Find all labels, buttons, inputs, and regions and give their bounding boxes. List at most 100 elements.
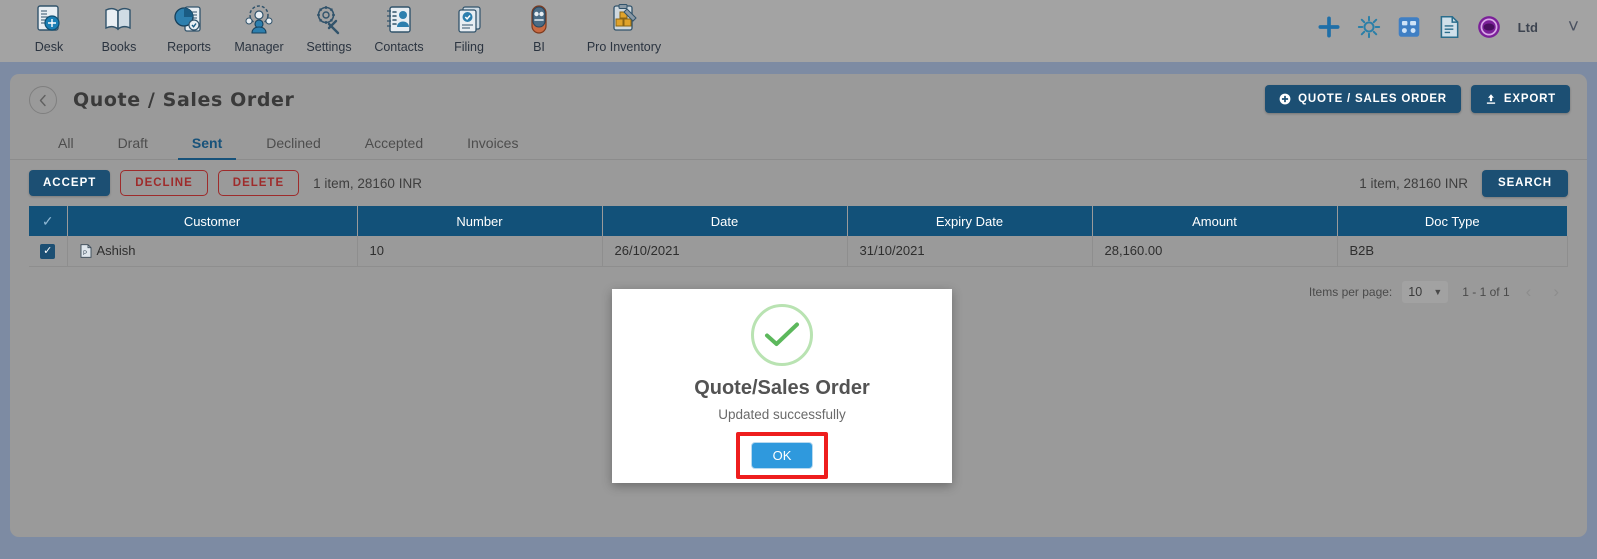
page-title: Quote / Sales Order: [73, 89, 295, 111]
toolbar-app-label: Desk: [34, 40, 64, 54]
column-header-number[interactable]: Number: [357, 206, 603, 236]
contacts-icon: [387, 6, 411, 33]
toolbar-app-label: Settings: [306, 40, 352, 54]
column-header-customer[interactable]: Customer: [67, 206, 358, 236]
items-per-page-select[interactable]: 10 ▼: [1402, 280, 1449, 303]
app-screen: Desk Books Reports Manager Settings Cont…: [0, 0, 1597, 559]
ok-button[interactable]: OK: [751, 442, 813, 469]
cell-number: 10: [357, 236, 603, 267]
dialog-title: Quote/Sales Order: [694, 377, 870, 399]
delete-button[interactable]: DELETE: [217, 170, 300, 196]
top-toolbar: Desk Books Reports Manager Settings Cont…: [0, 0, 1597, 62]
selection-summary-right: 1 item, 28160 INR: [1359, 175, 1469, 191]
toolbar-app-label: BI: [533, 40, 545, 54]
toolbar-company-name: Ltd: [1517, 19, 1538, 35]
toolbar-app-desk[interactable]: Desk: [14, 3, 84, 54]
export-button[interactable]: EXPORT: [1470, 85, 1570, 113]
chevron-left-icon: [39, 94, 46, 106]
row-checkbox[interactable]: ✓: [40, 244, 56, 260]
reports-icon: [174, 6, 201, 32]
items-per-page-value: 10: [1408, 284, 1423, 299]
cell-customer: P Ashish: [67, 236, 358, 267]
column-header-expiry-date[interactable]: Expiry Date: [847, 206, 1093, 236]
cell-expiry-date: 31/10/2021: [847, 236, 1093, 267]
chevron-down-icon[interactable]: ˅: [1568, 18, 1579, 37]
success-dialog: Quote/Sales Order Updated successfully O…: [612, 289, 952, 483]
chevron-down-icon: ▼: [1433, 286, 1443, 297]
column-header-date[interactable]: Date: [602, 206, 848, 236]
decline-button[interactable]: DECLINE: [120, 170, 208, 196]
bi-icon: [531, 5, 547, 34]
status-tabs: All Draft Sent Declined Accepted Invoice…: [10, 126, 1587, 160]
document-icon: P: [80, 244, 91, 258]
toolbar-app-label: Pro Inventory: [586, 40, 662, 54]
toolbar-app-label: Manager: [234, 40, 284, 54]
cell-customer-label: Ashish: [96, 243, 136, 259]
tab-all[interactable]: All: [36, 135, 96, 159]
books-icon: [105, 7, 131, 31]
orders-table: ✓ Customer Number Date Expiry Date Amoun…: [29, 206, 1568, 267]
tab-sent[interactable]: Sent: [170, 135, 244, 160]
desk-icon: [37, 5, 60, 31]
toolbar-app-settings[interactable]: Settings: [294, 3, 364, 54]
svg-text:P: P: [83, 251, 87, 257]
upload-icon: [1486, 94, 1496, 104]
tab-invoices[interactable]: Invoices: [445, 135, 540, 159]
gear-icon[interactable]: [1356, 14, 1382, 40]
items-per-page-label: Items per page:: [1308, 284, 1393, 299]
table-row[interactable]: ✓ P Ashish 10 26/10/2021 31/10/2021 28,1…: [29, 236, 1568, 267]
pagination-prev-button[interactable]: ‹: [1520, 283, 1538, 300]
action-bar-right: 1 item, 28160 INR SEARCH: [1355, 169, 1568, 197]
cell-amount: 28,160.00: [1092, 236, 1338, 267]
page-header-actions: QUOTE / SALES ORDER EXPORT: [1265, 85, 1570, 113]
toolbar-app-contacts[interactable]: Contacts: [364, 3, 434, 54]
checkmark-icon: [765, 322, 799, 346]
toolbar-app-label: Books: [101, 40, 137, 54]
manager-icon: [245, 5, 273, 34]
toolbar-app-label: Filing: [454, 40, 484, 54]
plus-icon[interactable]: [1316, 14, 1342, 40]
toolbar-app-pro-inventory[interactable]: Pro Inventory: [574, 3, 674, 54]
orders-table-body: ✓ P Ashish 10 26/10/2021 31/10/2021 28,1…: [29, 236, 1568, 267]
select-all-header[interactable]: ✓: [29, 206, 68, 236]
toolbar-app-list: Desk Books Reports Manager Settings Cont…: [0, 0, 674, 54]
toolbar-right-actions: Ltd ˅: [1316, 0, 1597, 54]
search-button[interactable]: SEARCH: [1482, 169, 1568, 197]
orders-table-header-row: ✓ Customer Number Date Expiry Date Amoun…: [29, 206, 1568, 236]
apps-grid-icon[interactable]: [1396, 14, 1422, 40]
success-check-icon: [751, 304, 813, 366]
cell-date: 26/10/2021: [602, 236, 848, 267]
plus-circle-icon: [1279, 93, 1291, 105]
tab-accepted[interactable]: Accepted: [343, 135, 445, 159]
badge-icon[interactable]: [1476, 14, 1502, 40]
toolbar-app-reports[interactable]: Reports: [154, 3, 224, 54]
toolbar-app-label: Reports: [167, 40, 211, 54]
pro-inventory-icon: [613, 4, 637, 31]
document-icon[interactable]: [1436, 14, 1462, 40]
row-select-cell[interactable]: ✓: [29, 236, 68, 267]
toolbar-app-books[interactable]: Books: [84, 3, 154, 54]
ok-button-highlight: OK: [736, 432, 828, 479]
tab-declined[interactable]: Declined: [244, 135, 342, 159]
filing-icon: [458, 6, 481, 33]
page-header: Quote / Sales Order QUOTE / SALES ORDER …: [10, 74, 1587, 126]
new-quote-sales-order-button[interactable]: QUOTE / SALES ORDER: [1265, 85, 1461, 113]
new-quote-sales-order-label: QUOTE / SALES ORDER: [1298, 93, 1447, 105]
toolbar-divider-strip: [0, 62, 1597, 74]
toolbar-app-manager[interactable]: Manager: [224, 3, 294, 54]
toolbar-app-bi[interactable]: BI: [504, 3, 574, 54]
back-button[interactable]: [29, 86, 57, 114]
toolbar-app-label: Contacts: [374, 40, 424, 54]
accept-button[interactable]: ACCEPT: [29, 170, 111, 196]
column-header-amount[interactable]: Amount: [1092, 206, 1338, 236]
pagination-range: 1 - 1 of 1: [1462, 284, 1510, 299]
selection-summary-left: 1 item, 28160 INR: [313, 175, 422, 191]
bulk-action-bar: ACCEPT DECLINE DELETE 1 item, 28160 INR …: [10, 160, 1587, 206]
dialog-message: Updated successfully: [718, 407, 846, 422]
cell-doc-type: B2B: [1337, 236, 1568, 267]
pagination-next-button[interactable]: ›: [1547, 283, 1565, 300]
column-header-doc-type[interactable]: Doc Type: [1337, 206, 1568, 236]
toolbar-app-filing[interactable]: Filing: [434, 3, 504, 54]
export-label: EXPORT: [1503, 93, 1556, 105]
tab-draft[interactable]: Draft: [96, 135, 170, 159]
